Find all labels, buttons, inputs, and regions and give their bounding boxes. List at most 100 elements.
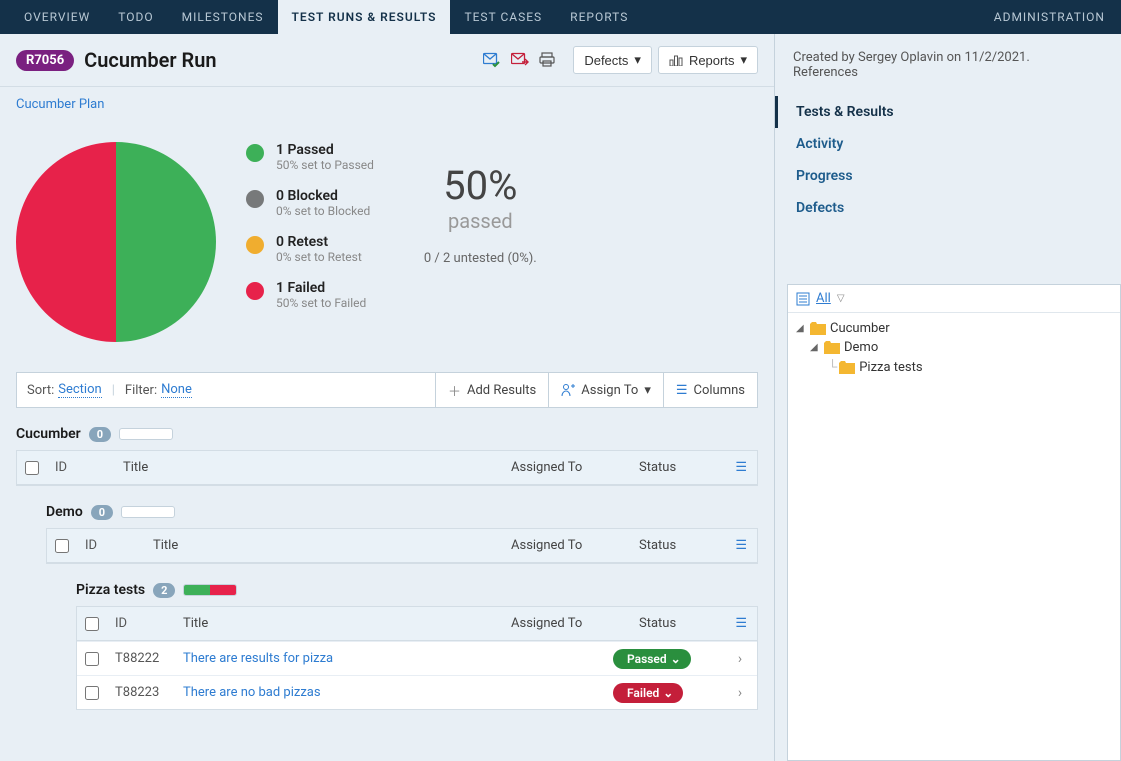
tests-table: ID Title Assigned To Status ☰ T88222 The…: [76, 606, 758, 710]
nav-milestones[interactable]: MILESTONES: [168, 0, 278, 34]
section-count: 2: [153, 583, 175, 598]
row-expand-icon[interactable]: ›: [731, 685, 749, 701]
tree-node-pizza-tests[interactable]: └Pizza tests: [828, 357, 1112, 377]
row-checkbox[interactable]: [85, 652, 99, 666]
mail-export-icon[interactable]: [511, 52, 529, 68]
section-header: Pizza tests 2: [76, 582, 758, 598]
legend-blocked: 0 Blocked0% set to Blocked: [246, 188, 374, 218]
table-row: T88222 There are results for pizza Passe…: [77, 641, 757, 675]
header-action-icons: [483, 52, 555, 68]
folder-icon: [839, 361, 855, 374]
col-title: Title: [153, 538, 503, 553]
status-dropdown[interactable]: Passed ⌄: [613, 649, 691, 669]
section-header: Demo 0: [46, 504, 758, 520]
columns-config-icon[interactable]: ☰: [735, 538, 747, 553]
side-nav-progress[interactable]: Progress: [775, 160, 1121, 192]
nav-reports[interactable]: REPORTS: [556, 0, 642, 34]
chevron-down-icon: ⌄: [671, 652, 681, 666]
chevron-down-icon: ⌄: [663, 686, 673, 700]
section-progress-bar: [119, 428, 173, 440]
select-all-checkbox[interactable]: [85, 617, 99, 631]
stats-row: 1 Passed50% set to Passed 0 Blocked0% se…: [0, 122, 774, 372]
test-id: T88223: [115, 685, 175, 700]
nav-test-runs[interactable]: TEST RUNS & RESULTS: [278, 0, 451, 34]
tests-table: ID Title Assigned To Status ☰: [46, 528, 758, 564]
breadcrumb: Cucumber Plan: [0, 87, 774, 122]
test-id: T88222: [115, 651, 175, 666]
assign-to-dropdown[interactable]: Assign To▾: [548, 373, 663, 407]
pass-percentage: 50% passed 0 / 2 untested (0%).: [424, 162, 537, 266]
columns-config-icon[interactable]: ☰: [735, 460, 747, 475]
col-assigned: Assigned To: [511, 538, 631, 553]
section-header: Cucumber0: [16, 426, 758, 442]
defects-dropdown[interactable]: Defects▾: [573, 46, 652, 74]
col-title: Title: [123, 460, 503, 475]
top-nav: OVERVIEW TODO MILESTONES TEST RUNS & RES…: [0, 0, 1121, 34]
col-status: Status: [639, 616, 749, 631]
test-title-link[interactable]: There are no bad pizzas: [183, 685, 321, 700]
bar-chart-icon: [669, 54, 683, 66]
side-nav-activity[interactable]: Activity: [775, 128, 1121, 160]
col-title: Title: [183, 616, 503, 631]
columns-config-icon[interactable]: ☰: [735, 616, 747, 631]
side-panel: Created by Sergey Oplavin on 11/2/2021. …: [775, 34, 1121, 761]
col-assigned: Assigned To: [511, 460, 631, 475]
row-expand-icon[interactable]: ›: [731, 651, 749, 667]
legend-passed: 1 Passed50% set to Passed: [246, 142, 374, 172]
table-header: ID Title Assigned To Status ☰: [17, 451, 757, 485]
folder-icon: [810, 322, 826, 335]
table-header: ID Title Assigned To Status ☰: [47, 529, 757, 563]
col-id: ID: [85, 538, 145, 553]
run-header: R7056 Cucumber Run Defects▾ Reports▾: [0, 34, 774, 87]
print-icon[interactable]: [539, 52, 555, 68]
legend: 1 Passed50% set to Passed 0 Blocked0% se…: [246, 142, 374, 310]
col-id: ID: [115, 616, 175, 631]
select-all-checkbox[interactable]: [55, 539, 69, 553]
sort-link[interactable]: Section: [58, 382, 101, 398]
chevron-down-icon: ▽: [837, 293, 845, 304]
nav-overview[interactable]: OVERVIEW: [10, 0, 104, 34]
nav-administration[interactable]: ADMINISTRATION: [988, 10, 1111, 24]
person-icon: [561, 383, 575, 397]
columns-button[interactable]: ☰Columns: [663, 373, 757, 407]
section-progress-bar: [183, 584, 237, 596]
side-nav-defects[interactable]: Defects: [775, 192, 1121, 224]
table-header: ID Title Assigned To Status ☰: [77, 607, 757, 641]
add-results-button[interactable]: ＋Add Results: [435, 373, 548, 407]
pie-chart: [16, 142, 216, 342]
test-title-link[interactable]: There are results for pizza: [183, 651, 333, 666]
legend-retest: 0 Retest0% set to Retest: [246, 234, 374, 264]
legend-failed: 1 Failed50% set to Failed: [246, 280, 374, 310]
main-panel: R7056 Cucumber Run Defects▾ Reports▾ Cuc…: [0, 34, 775, 761]
plan-link[interactable]: Cucumber Plan: [16, 97, 104, 112]
col-status: Status: [639, 460, 749, 475]
nav-todo[interactable]: TODO: [104, 0, 167, 34]
select-all-checkbox[interactable]: [25, 461, 39, 475]
mail-accept-icon[interactable]: [483, 52, 501, 68]
row-checkbox[interactable]: [85, 686, 99, 700]
table-row: T88223 There are no bad pizzas Failed ⌄ …: [77, 675, 757, 709]
section: Cucumber0 ID Title Assigned To Status ☰: [16, 426, 758, 486]
section-count: 0: [89, 427, 111, 442]
section: Pizza tests 2 ID Title Assigned To Status…: [76, 582, 758, 710]
reports-dropdown[interactable]: Reports▾: [658, 46, 758, 74]
tests-table: ID Title Assigned To Status ☰: [16, 450, 758, 486]
side-nav-tests-results[interactable]: Tests & Results: [775, 96, 1121, 128]
section-name: Pizza tests: [76, 582, 145, 598]
col-assigned: Assigned To: [511, 616, 631, 631]
tree-node-demo[interactable]: ◢Demo: [810, 338, 1112, 357]
section-name: Demo: [46, 504, 83, 520]
col-status: Status: [639, 538, 749, 553]
chevron-down-icon: ▾: [634, 52, 641, 68]
section: Demo 0 ID Title Assigned To Status ☰: [46, 504, 758, 564]
list-icon: [796, 292, 810, 306]
section-toolbar: Sort: Section | Filter: None ＋Add Result…: [16, 372, 758, 408]
tree-all-link[interactable]: All: [816, 291, 831, 306]
col-id: ID: [55, 460, 115, 475]
status-dropdown[interactable]: Failed ⌄: [613, 683, 683, 703]
filter-link[interactable]: None: [161, 382, 192, 398]
sort-filter: Sort: Section | Filter: None: [17, 373, 435, 407]
nav-test-cases[interactable]: TEST CASES: [450, 0, 556, 34]
section-count: 0: [91, 505, 113, 520]
tree-node-cucumber[interactable]: ◢Cucumber: [796, 319, 1112, 338]
